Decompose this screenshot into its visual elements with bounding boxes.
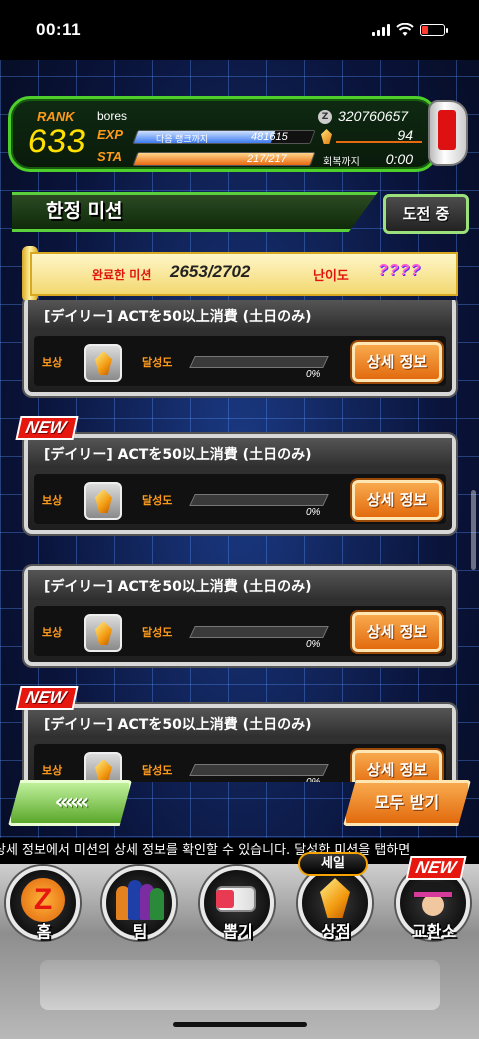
rank-value: 633: [24, 125, 88, 163]
challenge-button[interactable]: 도전 중: [383, 194, 469, 234]
detail-button[interactable]: 상세 정보: [352, 480, 442, 520]
dragon-stone-icon[interactable]: [84, 482, 122, 520]
progress-label: 달성도: [142, 764, 173, 777]
progress-value: 0%: [306, 507, 321, 518]
exp-label: EXP: [97, 127, 124, 142]
receive-all-button[interactable]: 모두 받기: [343, 780, 471, 826]
difficulty-label: 난이도: [313, 269, 349, 284]
progress-bar: [189, 356, 329, 368]
dragon-stone-icon[interactable]: [84, 344, 122, 382]
zeni-icon: Z: [318, 110, 332, 124]
sale-badge: 세일: [298, 852, 368, 876]
detail-button[interactable]: 상세 정보: [352, 342, 442, 382]
sta-value: 217/217: [247, 153, 287, 165]
mission-card[interactable]: [デイリー] ACTを50以上消費 (土日のみ) 보상 달성도 0% 상세 정보: [24, 566, 456, 666]
mission-title: [デイリー] ACTを50以上消費 (土日のみ): [44, 309, 312, 325]
new-badge: NEW: [15, 416, 79, 440]
scrollbar[interactable]: [471, 490, 476, 570]
progress-label: 달성도: [142, 494, 173, 507]
new-badge: NEW: [405, 856, 467, 880]
progress-label: 달성도: [142, 356, 173, 369]
home-indicator[interactable]: [173, 1022, 307, 1027]
nav-gacha[interactable]: 뽑기: [198, 860, 278, 946]
battery-icon: [420, 24, 448, 36]
player-name: bores: [97, 109, 128, 123]
progress-bar: [189, 764, 329, 776]
dragon-stone-icon: [321, 129, 332, 144]
reward-label: 보상: [42, 494, 63, 507]
mission-list[interactable]: [デイリー] ACTを50以上消費 (土日のみ) 보상 달성도 0% 상세 정보…: [0, 300, 479, 782]
reward-label: 보상: [42, 356, 63, 369]
detail-button[interactable]: 상세 정보: [352, 612, 442, 652]
rank-label: RANK: [37, 109, 75, 124]
dragon-ball-z-icon: Z: [21, 878, 65, 922]
nav-panel-detail: [40, 960, 440, 1010]
progress-value: 0%: [306, 639, 321, 650]
recover-label: 회복까지: [323, 157, 360, 168]
signal-icon: [372, 24, 390, 36]
exp-value: 481615: [251, 131, 288, 143]
completed-label: 완료한 미션: [92, 268, 152, 282]
reward-label: 보상: [42, 764, 63, 777]
back-button[interactable]: «««: [8, 780, 132, 826]
progress-value: 0%: [306, 369, 321, 380]
exp-next-label: 다음 랭크까지: [156, 134, 209, 144]
summon-capsule-icon: [216, 886, 256, 912]
page-title: 한정 미션: [46, 200, 123, 222]
scouter-menu-icon[interactable]: [428, 100, 468, 166]
difficulty-value: ????: [378, 262, 422, 279]
team-characters-icon: [114, 876, 164, 920]
recover-time: 0:00: [385, 151, 413, 167]
mission-card[interactable]: [デイリー] ACTを50以上消費 (土日のみ) 보상 달성도 0% 상세 정보: [24, 300, 456, 396]
status-time: 00:11: [36, 20, 82, 39]
nav-home[interactable]: Z 홈: [4, 860, 84, 946]
detail-button[interactable]: 상세 정보: [352, 750, 442, 782]
baba-icon: [412, 876, 454, 922]
zeni-value: 320760657: [338, 108, 409, 124]
nav-team-label: 팀: [132, 922, 148, 941]
nav-gacha-label: 뽑기: [223, 922, 253, 941]
wifi-icon: [396, 23, 414, 36]
mission-card[interactable]: [デイリー] ACTを50以上消費 (土日のみ) 보상 달성도 0% 상세 정보…: [15, 686, 456, 782]
new-badge: NEW: [15, 686, 79, 710]
nav-team[interactable]: 팀: [100, 860, 180, 946]
mission-title: [デイリー] ACTを50以上消費 (土日のみ): [44, 579, 312, 595]
progress-label: 달성도: [142, 626, 173, 639]
sta-label: STA: [97, 149, 123, 164]
dragon-stone-count[interactable]: 94: [397, 127, 413, 143]
dragon-stone-icon[interactable]: [84, 752, 122, 782]
mission-card[interactable]: [デイリー] ACTを50以上消費 (土日のみ) 보상 달성도 0% 상세 정보…: [15, 416, 456, 534]
player-panel: RANK 633 bores EXP STA 다음 랭크까지 481615 21…: [8, 96, 438, 172]
sta-bar: [132, 152, 316, 166]
progress-value: 0%: [306, 777, 320, 782]
mission-title: [デイリー] ACTを50以上消費 (土日のみ): [44, 447, 312, 463]
progress-bar: [189, 494, 329, 506]
nav-shop-label: 상점: [321, 922, 351, 941]
nav-exchange-label: 교환소: [411, 922, 457, 941]
status-bar: 00:11: [0, 0, 479, 60]
progress-bar: [189, 626, 329, 638]
nav-home-label: 홈: [36, 922, 52, 941]
reward-label: 보상: [42, 626, 63, 639]
dragon-stone-icon[interactable]: [84, 614, 122, 652]
completed-value: 2653/2702: [170, 262, 251, 281]
status-icons: [372, 23, 448, 37]
mission-title: [デイリー] ACTを50以上消費 (土日のみ): [44, 717, 312, 733]
